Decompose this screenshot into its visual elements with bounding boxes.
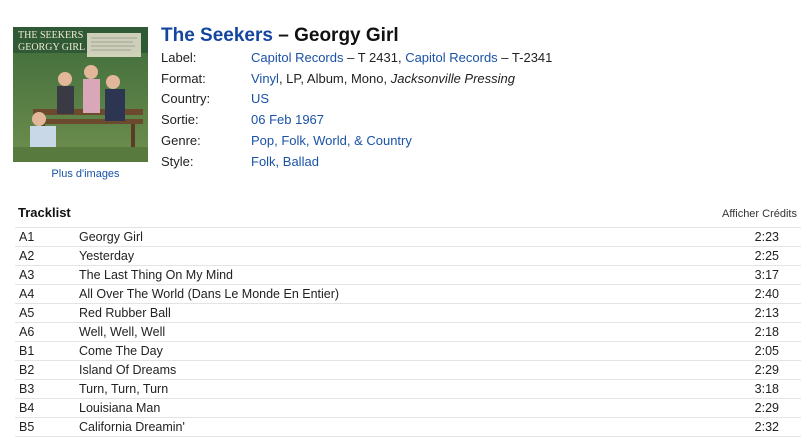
track-duration: 2:13	[754, 306, 779, 320]
album-cover-image[interactable]: THE SEEKERS GEORGY GIRL	[13, 27, 148, 162]
release-info-table: Label: Capitol Records – T 2431, Capitol…	[161, 47, 552, 172]
track-position: B1	[19, 344, 35, 358]
track-title: Island Of Dreams	[79, 363, 177, 377]
tracklist-heading: Tracklist	[18, 205, 71, 220]
track-row[interactable]: A4 All Over The World (Dans Le Monde En E…	[15, 285, 801, 304]
track-position: A3	[19, 268, 35, 282]
more-images-link[interactable]: Plus d'images	[13, 168, 158, 180]
track-duration: 3:18	[754, 382, 779, 396]
info-row-country: Country: US	[161, 89, 552, 110]
track-position: A5	[19, 306, 35, 320]
format-details: , LP, Album, Mono,	[278, 70, 391, 86]
info-row-released: Sortie: 06 Feb 1967	[161, 109, 552, 130]
track-duration: 2:05	[754, 344, 779, 358]
show-credits-toggle[interactable]: Afficher Crédits	[722, 208, 797, 220]
info-row-label: Label: Capitol Records – T 2431, Capitol…	[161, 47, 552, 68]
cover-title-text: GEORGY GIRL	[18, 42, 85, 53]
track-row[interactable]: A5 Red Rubber Ball 2:13	[15, 304, 801, 323]
info-row-format: Format: Vinyl, LP, Album, Mono, Jacksonv…	[161, 68, 552, 89]
track-duration: 2:23	[754, 230, 779, 244]
track-duration: 2:29	[754, 363, 779, 377]
track-position: A6	[19, 325, 35, 339]
track-row[interactable]: B3 Turn, Turn, Turn 3:18	[15, 380, 801, 399]
genre-link[interactable]: Pop, Folk, World, & Country	[251, 133, 412, 148]
label-link-2[interactable]: Capitol Records	[405, 50, 498, 65]
track-row[interactable]: B2 Island Of Dreams 2:29	[15, 361, 801, 380]
track-row[interactable]: A6 Well, Well, Well 2:18	[15, 323, 801, 342]
track-title: Red Rubber Ball	[79, 306, 171, 320]
track-title: California Dreamin'	[79, 420, 185, 434]
track-row[interactable]: A3 The Last Thing On My Mind 3:17	[15, 266, 801, 285]
track-row[interactable]: A1 Georgy Girl 2:23	[15, 228, 801, 247]
info-key-genre: Genre:	[161, 133, 201, 149]
cover-artist-text: THE SEEKERS	[18, 30, 83, 41]
info-key-country: Country:	[161, 91, 211, 107]
track-position: B4	[19, 401, 35, 415]
info-value-format: Vinyl, LP, Album, Mono, Jacksonville Pre…	[251, 68, 552, 89]
country-link[interactable]: US	[251, 91, 269, 106]
title-separator: –	[272, 25, 295, 46]
track-row[interactable]: B5 California Dreamin' 2:32	[15, 418, 801, 437]
track-duration: 2:25	[754, 249, 779, 263]
style-link[interactable]: Folk, Ballad	[251, 154, 319, 169]
track-duration: 2:18	[754, 325, 779, 339]
info-key-style: Style:	[161, 153, 194, 169]
track-duration: 3:17	[754, 268, 779, 282]
catalog-number-1: – T 2431,	[343, 49, 406, 65]
track-title: Georgy Girl	[79, 230, 143, 244]
track-row[interactable]: B4 Louisiana Man 2:29	[15, 399, 801, 418]
track-position: A4	[19, 287, 35, 301]
track-position: A1	[19, 230, 35, 244]
track-title: Turn, Turn, Turn	[79, 382, 169, 396]
track-title: Come The Day	[79, 344, 163, 358]
track-duration: 2:40	[754, 287, 779, 301]
track-duration: 2:32	[754, 420, 779, 434]
info-key-format: Format:	[161, 70, 206, 86]
track-title: All Over The World (Dans Le Monde En Ent…	[79, 287, 340, 301]
track-row[interactable]: A2 Yesterday 2:25	[15, 247, 801, 266]
track-position: B5	[19, 420, 35, 434]
track-title: The Last Thing On My Mind	[79, 268, 234, 282]
artist-link[interactable]: The Seekers	[161, 25, 273, 46]
format-pressing: Jacksonville Pressing	[390, 70, 516, 86]
info-value-label: Capitol Records – T 2431, Capitol Record…	[251, 47, 552, 68]
release-title: The Seekers – Georgy Girl	[161, 25, 399, 47]
track-position: A2	[19, 249, 35, 263]
info-key-released: Sortie:	[161, 112, 199, 128]
album-title: Georgy Girl	[294, 25, 399, 46]
label-link-1[interactable]: Capitol Records	[251, 50, 344, 65]
info-key-label: Label:	[161, 49, 197, 65]
info-row-style: Style: Folk, Ballad	[161, 151, 552, 172]
track-title: Yesterday	[79, 249, 135, 263]
catalog-number-2: – T-2341	[497, 49, 553, 65]
track-position: B2	[19, 363, 35, 377]
format-vinyl-link[interactable]: Vinyl	[251, 71, 279, 86]
release-date-link[interactable]: 06 Feb 1967	[251, 112, 324, 127]
track-title: Louisiana Man	[79, 401, 161, 415]
track-title: Well, Well, Well	[79, 325, 166, 339]
track-position: B3	[19, 382, 35, 396]
info-row-genre: Genre: Pop, Folk, World, & Country	[161, 130, 552, 151]
track-duration: 2:29	[754, 401, 779, 415]
track-row[interactable]: B1 Come The Day 2:05	[15, 342, 801, 361]
tracklist-table: A1 Georgy Girl 2:23 A2 Yesterday 2:25 A3 The …	[15, 227, 801, 437]
